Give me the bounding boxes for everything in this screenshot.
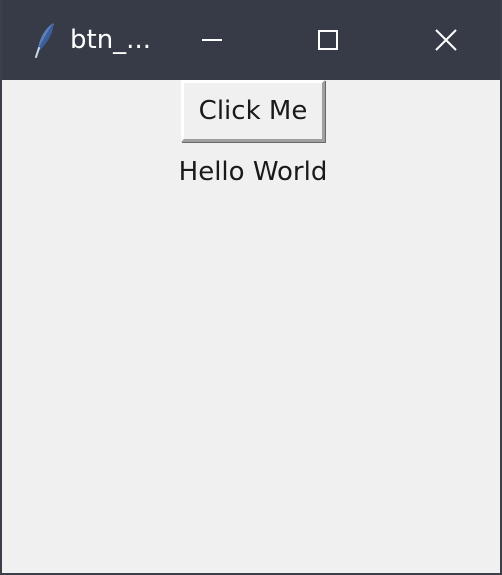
hello-world-label: Hello World	[178, 157, 328, 187]
window-content: Click Me Hello World	[2, 80, 500, 573]
minimize-icon	[202, 30, 222, 50]
title-bar[interactable]: btn_...	[2, 0, 500, 80]
feather-icon	[34, 22, 56, 58]
maximize-button[interactable]	[288, 0, 368, 80]
window-title: btn_...	[70, 25, 151, 55]
minimize-button[interactable]	[172, 0, 252, 80]
click-me-button[interactable]: Click Me	[181, 80, 325, 142]
maximize-icon	[318, 30, 338, 50]
app-window: btn_... Click Me Hello World	[0, 0, 502, 575]
close-icon	[435, 29, 457, 51]
close-button[interactable]	[406, 0, 486, 80]
